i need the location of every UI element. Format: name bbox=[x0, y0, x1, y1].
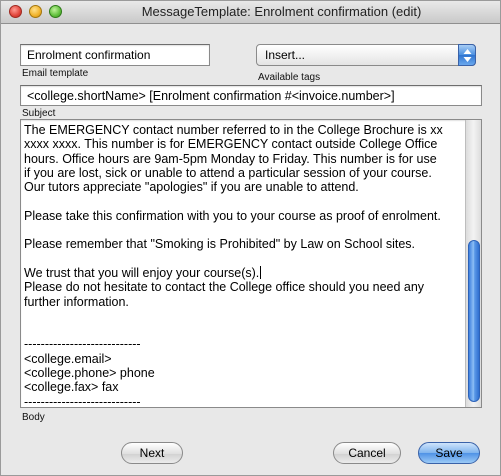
insert-tag-popup[interactable]: Insert... bbox=[256, 44, 476, 66]
body-line: ---------------------------- bbox=[24, 394, 141, 408]
body-line: Our tutors appreciate "apologies" if you… bbox=[24, 180, 359, 195]
subject-label: Subject bbox=[22, 108, 56, 119]
body-line: Please do not hesitate to contact the Co… bbox=[24, 280, 425, 295]
body-line: We trust that you will enjoy your course… bbox=[24, 265, 262, 280]
template-name-label: Email template bbox=[22, 68, 89, 79]
body-line bbox=[24, 194, 462, 208]
body-line bbox=[24, 309, 462, 323]
close-window-button[interactable] bbox=[9, 5, 22, 18]
body-scrollbar[interactable] bbox=[465, 120, 481, 407]
body-line: Please take this confirmation with you t… bbox=[24, 208, 441, 223]
cancel-button[interactable]: Cancel bbox=[333, 442, 401, 464]
body-line: ---------------------------- bbox=[24, 337, 141, 352]
popup-arrows-icon bbox=[458, 44, 476, 66]
body-line bbox=[24, 223, 462, 237]
subject-input[interactable]: <college.shortName> [Enrolment confirmat… bbox=[20, 85, 482, 106]
body-line: The EMERGENCY contact number referred to… bbox=[24, 123, 443, 137]
body-line: <college.email> bbox=[24, 351, 112, 366]
zoom-window-button[interactable] bbox=[49, 5, 62, 18]
body-textarea[interactable]: The EMERGENCY contact number referred to… bbox=[20, 119, 482, 408]
message-template-window: MessageTemplate: Enrolment confirmation … bbox=[0, 0, 501, 476]
body-text[interactable]: The EMERGENCY contact number referred to… bbox=[24, 123, 462, 408]
body-line: <college.phone> phone bbox=[24, 366, 155, 381]
text-caret bbox=[260, 265, 262, 279]
body-line: if you are lost, sick or unable to atten… bbox=[24, 165, 432, 180]
available-tags-label: Available tags bbox=[258, 72, 321, 83]
next-button[interactable]: Next bbox=[121, 442, 183, 464]
insert-tag-selected: Insert... bbox=[265, 48, 306, 62]
body-line: xxxx xxxx. This number is for EMERGENCY … bbox=[24, 137, 438, 152]
body-line bbox=[24, 252, 462, 266]
body-line: further information. bbox=[24, 294, 129, 309]
title-bar[interactable]: MessageTemplate: Enrolment confirmation … bbox=[1, 1, 500, 24]
minimize-window-button[interactable] bbox=[29, 5, 42, 18]
template-name-input[interactable]: Enrolment confirmation bbox=[20, 44, 210, 66]
save-button[interactable]: Save bbox=[418, 442, 480, 464]
body-line: <college.fax> fax bbox=[24, 380, 119, 395]
body-line bbox=[24, 323, 462, 337]
body-line: Please remember that "Smoking is Prohibi… bbox=[24, 237, 416, 252]
body-line: hours. Office hours are 9am-5pm Monday t… bbox=[24, 151, 437, 166]
body-label: Body bbox=[22, 412, 45, 423]
window-title: MessageTemplate: Enrolment confirmation … bbox=[141, 4, 422, 19]
body-scrollbar-thumb[interactable] bbox=[468, 240, 480, 402]
